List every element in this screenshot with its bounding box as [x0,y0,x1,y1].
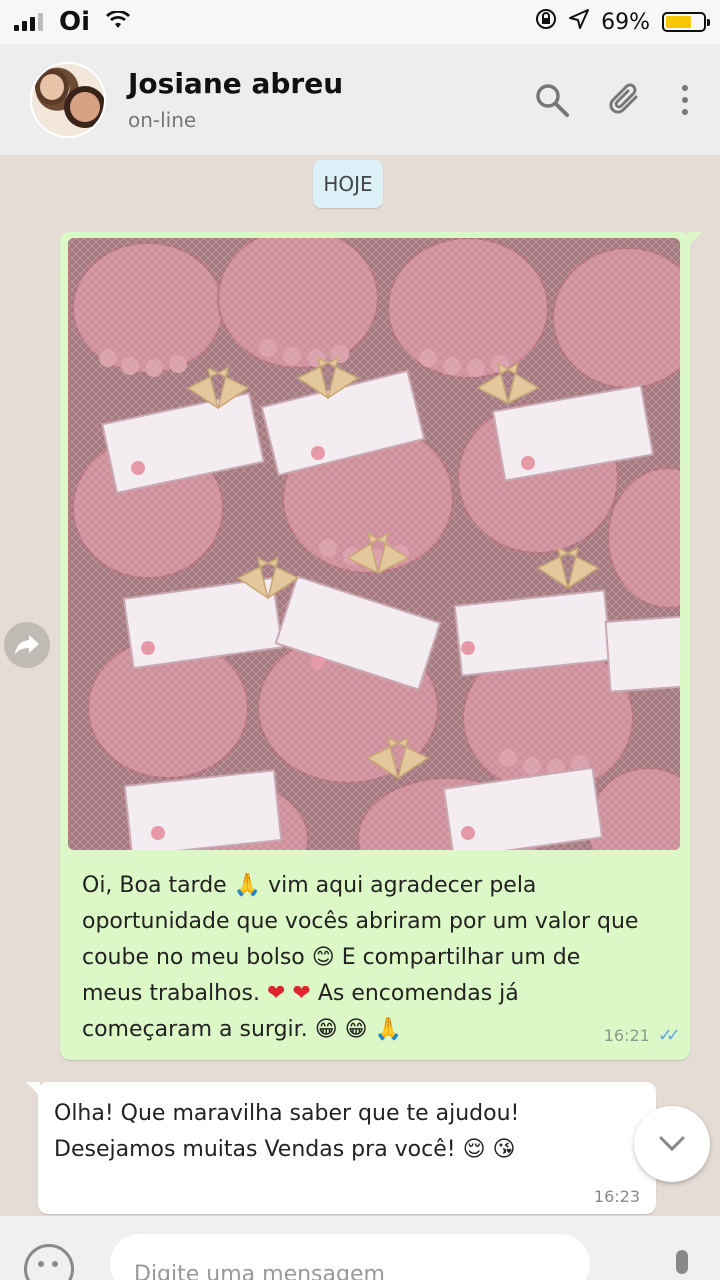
emoji-icon[interactable] [24,1244,74,1280]
pray-emoji: 🙏 [374,1017,402,1042]
msg-line: oportunidade que vocês abriram por um va… [82,909,639,934]
grin-emoji: 😁 [314,1017,338,1042]
incoming-message[interactable]: Olha! Que maravilha saber que te ajudou!… [26,1082,656,1214]
avatar[interactable] [30,61,106,138]
relieved-emoji: 😌 [462,1137,486,1162]
message-input[interactable] [110,1234,590,1280]
attach-icon[interactable] [606,81,644,119]
search-icon[interactable] [534,82,570,118]
msg-line: Olha! Que maravilha saber que te ajudou! [54,1101,520,1126]
forward-button[interactable] [4,622,50,668]
heart-emoji: ❤ [266,981,286,1006]
shared-photo[interactable] [68,238,680,850]
chevron-down-icon [659,1136,685,1152]
message-time: 16:21 [603,1026,650,1045]
battery-percent: 69% [601,9,650,35]
menu-icon[interactable] [680,84,690,116]
msg-line: As encomendas já [317,981,519,1006]
rotation-lock-icon [535,8,557,36]
battery-icon [662,12,710,32]
msg-line: Desejamos muitas Vendas pra você! [54,1137,456,1162]
msg-line: vim aqui agradecer pela [268,873,537,898]
outgoing-message-text: Oi, Boa tarde 🙏 vim aqui agradecer pela … [82,868,672,1048]
kiss-emoji: 😘 [492,1137,516,1162]
read-ticks-icon: ✓✓ [657,1025,681,1046]
msg-line: começaram a surgir. [82,1017,308,1042]
date-chip: HOJE [313,160,383,208]
msg-line: Oi, Boa tarde [82,873,227,898]
scroll-down-button[interactable] [634,1106,710,1182]
outgoing-meta: 16:21 ✓✓ [603,1025,681,1046]
outgoing-message[interactable]: Oi, Boa tarde 🙏 vim aqui agradecer pela … [60,232,702,1060]
smile-emoji: 😊 [311,945,335,970]
heart-emoji: ❤ [292,981,311,1006]
grin-emoji: 😁 [344,1017,368,1042]
pray-emoji: 🙏 [233,873,262,898]
battery-level [666,16,691,28]
compose-bar [0,1216,720,1280]
incoming-message-text: Olha! Que maravilha saber que te ajudou!… [54,1096,614,1168]
location-icon [569,9,590,35]
message-time: 16:23 [593,1187,640,1206]
mic-icon[interactable] [668,1248,696,1280]
photo-soap-favors [68,238,680,850]
contact-status: on-line [128,108,197,132]
carrier-name: Oi [59,7,91,37]
signal-icon [14,13,43,31]
contact-name: Josiane abreu [128,67,344,100]
contact-info[interactable]: Josiane abreu on-line [128,67,343,132]
chat-area[interactable]: HOJE Oi, Boa tarde 🙏 vim aqui agradecer … [0,156,720,1216]
status-bar: Oi 69% [0,0,720,44]
wifi-icon [106,9,131,35]
chat-header: Josiane abreu on-line [0,44,720,156]
msg-line: E compartilhar um de [341,945,581,970]
msg-line: meus trabalhos. [82,981,260,1006]
msg-line: coube no meu bolso [82,945,305,970]
